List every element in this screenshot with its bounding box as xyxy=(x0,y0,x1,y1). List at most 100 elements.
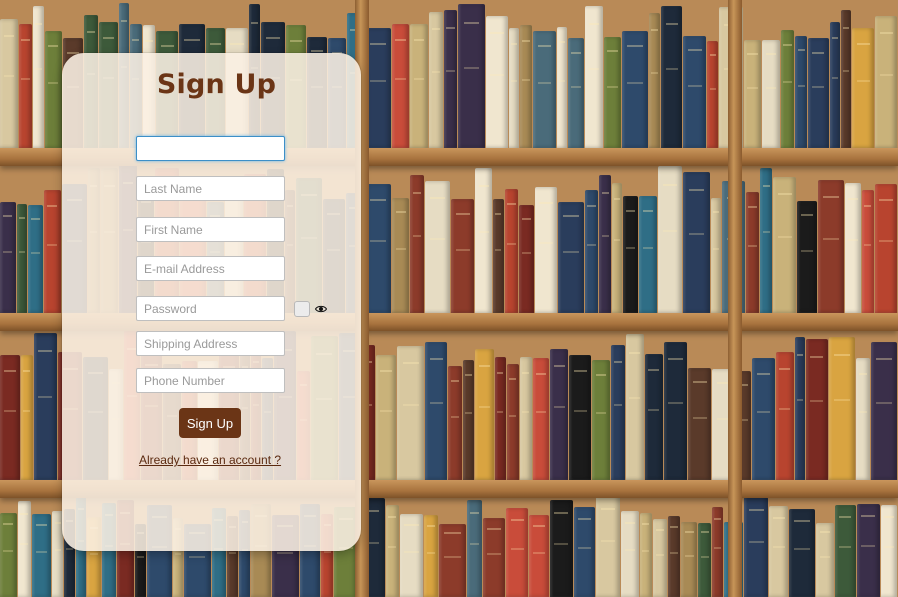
book-spine xyxy=(532,358,550,480)
book-spine xyxy=(874,184,897,313)
eye-icon xyxy=(315,305,327,313)
book-spine xyxy=(663,341,688,480)
book-spine xyxy=(698,522,712,597)
book-spine xyxy=(622,31,648,148)
book-spine xyxy=(439,523,466,597)
book-spine xyxy=(0,513,17,597)
book-spine xyxy=(808,38,829,148)
book-spine xyxy=(424,181,450,313)
book-spine xyxy=(33,5,44,148)
book-spine xyxy=(519,205,534,313)
book-spine xyxy=(0,202,16,313)
book-spine xyxy=(815,522,834,597)
book-spine xyxy=(550,349,569,480)
book-spine xyxy=(797,200,817,313)
book-spine xyxy=(794,337,805,480)
book-spine xyxy=(385,505,399,597)
shelf-post xyxy=(728,0,742,597)
phone-number-field[interactable] xyxy=(136,368,285,393)
book-spine xyxy=(365,184,392,313)
book-spine xyxy=(506,364,519,480)
book-spine xyxy=(28,205,43,313)
book-spine xyxy=(856,358,871,480)
book-spine xyxy=(43,190,61,313)
book-spine xyxy=(841,10,852,148)
book-spine xyxy=(509,28,519,148)
book-spine xyxy=(569,355,592,480)
username-field[interactable] xyxy=(136,136,285,161)
login-link[interactable]: Already have an account ? xyxy=(62,453,358,467)
book-spine xyxy=(743,39,762,148)
book-spine xyxy=(549,500,573,597)
book-spine xyxy=(688,367,712,480)
book-spine xyxy=(773,176,797,313)
book-spine xyxy=(425,341,448,480)
book-spine xyxy=(519,356,532,480)
book-spine xyxy=(621,511,639,597)
book-spine xyxy=(462,359,474,480)
page-title: Sign Up xyxy=(156,69,277,100)
book-spine xyxy=(712,507,723,597)
book-spine xyxy=(871,341,898,480)
book-spine xyxy=(852,28,875,148)
book-spine xyxy=(752,358,775,480)
book-spine xyxy=(392,197,409,313)
book-spine xyxy=(482,518,506,597)
book-spine xyxy=(795,35,808,148)
book-spine xyxy=(573,507,596,597)
book-spine xyxy=(652,519,667,597)
book-spine xyxy=(475,167,492,313)
book-spine xyxy=(861,190,874,313)
book-spine xyxy=(856,504,881,597)
book-spine xyxy=(829,22,841,148)
book-spine xyxy=(743,497,769,597)
book-spine xyxy=(639,513,652,597)
book-spine xyxy=(0,19,18,148)
book-spine xyxy=(667,516,681,597)
sign-up-button[interactable]: Sign Up xyxy=(179,408,241,438)
book-spine xyxy=(681,521,698,597)
show-password-checkbox[interactable] xyxy=(294,301,310,317)
book-spine xyxy=(585,5,603,148)
book-spine xyxy=(44,31,62,148)
book-spine xyxy=(391,23,410,148)
book-spine xyxy=(397,346,425,480)
book-spine xyxy=(31,514,52,597)
signup-card: Sign Up Sign Up Already have an account … xyxy=(62,53,361,551)
book-spine xyxy=(409,175,424,313)
shipping-address-field[interactable] xyxy=(136,331,285,356)
book-spine xyxy=(648,13,661,148)
book-spine xyxy=(875,16,897,148)
book-spine xyxy=(33,332,57,480)
book-spine xyxy=(625,334,644,480)
book-spine xyxy=(775,352,794,480)
book-spine xyxy=(707,41,719,148)
book-spine xyxy=(592,359,610,480)
first-name-field[interactable] xyxy=(136,217,285,242)
book-spine xyxy=(494,356,506,480)
book-spine xyxy=(474,349,494,480)
book-spine xyxy=(17,501,31,597)
book-spine xyxy=(644,353,663,480)
book-spine xyxy=(603,37,622,148)
book-spine xyxy=(834,505,856,597)
book-spine xyxy=(458,4,485,148)
book-spine xyxy=(682,35,707,148)
book-spine xyxy=(20,355,33,480)
book-spine xyxy=(789,509,815,597)
book-spine xyxy=(610,344,625,480)
book-spine xyxy=(450,199,475,313)
last-name-field[interactable] xyxy=(136,176,285,201)
book-spine xyxy=(599,175,611,313)
book-spine xyxy=(596,496,621,597)
email-field[interactable] xyxy=(136,256,285,281)
book-spine xyxy=(443,10,458,148)
book-spine xyxy=(805,338,828,480)
book-spine xyxy=(375,355,397,480)
book-spine xyxy=(762,39,780,148)
book-spine xyxy=(661,5,682,148)
password-field[interactable] xyxy=(136,296,285,321)
book-spine xyxy=(622,196,639,313)
book-spine xyxy=(558,202,584,313)
book-spine xyxy=(769,506,789,597)
